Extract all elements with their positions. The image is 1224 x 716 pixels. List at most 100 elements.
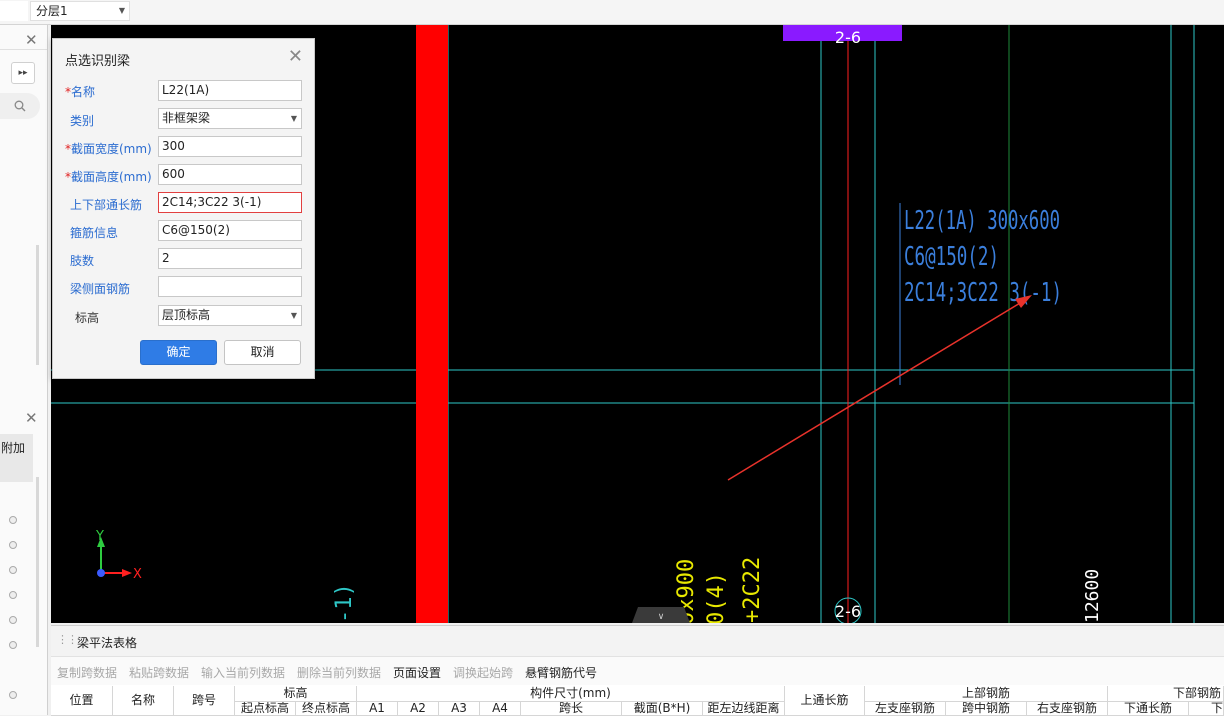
input-column-button[interactable]: 输入当前列数据	[201, 664, 285, 681]
close-icon[interactable]: ✕	[25, 409, 38, 427]
cyan-text: -1)	[332, 583, 357, 623]
origin-point	[97, 569, 105, 577]
col-bottom-more[interactable]: 下	[1189, 702, 1224, 716]
yellow-text-3: +2C22	[740, 557, 765, 623]
axis-tag-bottom: 2-6	[835, 602, 861, 621]
close-icon[interactable]: ✕	[288, 46, 303, 67]
radio-option[interactable]	[9, 691, 17, 699]
col-left-support[interactable]: 左支座钢筋	[865, 702, 946, 716]
col-a4[interactable]: A4	[480, 702, 521, 716]
delete-column-button[interactable]: 删除当前列数据	[297, 664, 381, 681]
elevation-select-value: 层顶标高	[162, 308, 211, 322]
radio-option[interactable]	[9, 616, 17, 624]
col-name[interactable]: 名称	[113, 686, 174, 716]
divider	[0, 49, 47, 50]
swap-span-button[interactable]: 调换起始跨	[453, 664, 513, 681]
col-elev-start[interactable]: 起点标高	[235, 702, 296, 716]
field-label-width: *截面宽度(mm)	[65, 142, 152, 156]
cancel-button[interactable]: 取消	[224, 340, 301, 365]
radio-option[interactable]	[9, 516, 17, 524]
radio-option[interactable]	[9, 566, 17, 574]
col-span[interactable]: 跨号	[174, 686, 235, 716]
page-setup-button[interactable]: 页面设置	[393, 664, 441, 681]
stirrup-input[interactable]: C6@150(2)	[158, 220, 302, 241]
elevation-select[interactable]: 层顶标高 ▼	[158, 305, 302, 326]
radio-option[interactable]	[9, 591, 17, 599]
col-mid-span[interactable]: 跨中钢筋	[946, 702, 1027, 716]
y-axis-label: Y	[95, 529, 104, 544]
field-label-legs: 肢数	[70, 254, 95, 268]
annotation-line-3: 2C14;3C22 3(-1)	[904, 278, 1062, 308]
extra-tab-label: 附加	[1, 441, 26, 455]
yellow-text-2: 0(4)	[704, 572, 729, 623]
identify-beam-dialog: 点选识别梁 ✕ *名称 L22(1A) 类别 非框架梁 ▼ *截面宽度(mm) 3…	[52, 38, 315, 379]
layer-select[interactable]: 分层1 ▼	[30, 1, 130, 21]
toolbar-blank	[0, 1, 28, 21]
panel-header: ⋮⋮ 梁平法表格	[51, 626, 1224, 657]
field-label-side-rebar: 梁侧面钢筋	[70, 282, 131, 296]
col-elevation[interactable]: 标高	[235, 686, 357, 702]
col-bottom-rebar[interactable]: 下部钢筋	[1108, 686, 1224, 702]
field-label-through-rebar: 上下部通长筋	[70, 198, 143, 212]
drag-handle-icon[interactable]: ⋮⋮	[57, 633, 78, 646]
chevron-down-icon: ▼	[290, 311, 297, 320]
col-top-rebar[interactable]: 上部钢筋	[865, 686, 1108, 702]
col-position[interactable]: 位置	[51, 686, 113, 716]
radio-option[interactable]	[9, 541, 17, 549]
ok-button[interactable]: 确定	[140, 340, 217, 365]
left-panel: ✕ ▸▸ ✕ 附加	[0, 25, 48, 715]
chevron-down-icon: ▼	[118, 6, 125, 15]
paste-span-button[interactable]: 粘贴跨数据	[129, 664, 189, 681]
legs-input[interactable]: 2	[158, 248, 302, 269]
height-input[interactable]: 600	[158, 164, 302, 185]
annotation-line-2: C6@150(2)	[904, 242, 999, 272]
annotation-line-1: L22(1A) 300x600	[904, 206, 1060, 236]
chevron-down-icon: ▼	[290, 114, 297, 123]
col-edge-distance[interactable]: 距左边线距离	[703, 702, 785, 716]
pointer-arrow	[727, 299, 1026, 481]
layer-select-value: 分层1	[36, 4, 68, 18]
col-section[interactable]: 截面(B*H)	[622, 702, 703, 716]
collapse-chevron-icon: ∨	[658, 612, 665, 622]
col-span-length[interactable]: 跨长	[521, 702, 622, 716]
name-input[interactable]: L22(1A)	[158, 80, 302, 101]
col-top-through[interactable]: 上通长筋	[785, 686, 865, 716]
dialog-title: 点选识别梁	[65, 54, 131, 69]
panel-title: 梁平法表格	[77, 636, 138, 650]
white-text: 12600	[1082, 569, 1103, 623]
search-icon	[14, 100, 26, 112]
col-a3[interactable]: A3	[439, 702, 480, 716]
col-elev-end[interactable]: 终点标高	[296, 702, 357, 716]
col-a2[interactable]: A2	[398, 702, 439, 716]
search-box[interactable]	[0, 93, 40, 119]
beam-table-header: 位置 名称 跨号 标高 起点标高 终点标高 构件尺寸(mm) A1 A2 A3 …	[51, 686, 1224, 716]
cantilever-code-button[interactable]: 悬臂钢筋代号	[525, 664, 597, 681]
width-input[interactable]: 300	[158, 136, 302, 157]
x-axis-arrow	[122, 569, 132, 577]
radio-option[interactable]	[9, 641, 17, 649]
copy-span-button[interactable]: 复制跨数据	[57, 664, 117, 681]
axis-tag-top: 2-6	[835, 28, 861, 47]
field-label-name: *名称	[65, 85, 96, 99]
category-select-value: 非框架梁	[162, 111, 211, 125]
scrollbar[interactable]	[36, 477, 39, 647]
beam-table-panel: ⋮⋮ 梁平法表格 复制跨数据 粘贴跨数据 输入当前列数据 删除当前列数据 页面设…	[51, 625, 1224, 716]
red-column	[416, 25, 448, 623]
through-rebar-input[interactable]: 2C14;3C22 3(-1)	[158, 192, 302, 213]
col-right-support[interactable]: 右支座钢筋	[1027, 702, 1108, 716]
category-select[interactable]: 非框架梁 ▼	[158, 108, 302, 129]
side-rebar-input[interactable]	[158, 276, 302, 297]
col-a1[interactable]: A1	[357, 702, 398, 716]
x-axis-label: X	[133, 567, 142, 582]
field-label-elevation: 标高	[75, 311, 100, 325]
field-label-stirrup: 箍筋信息	[70, 226, 119, 240]
close-icon[interactable]: ✕	[25, 31, 38, 49]
col-dims[interactable]: 构件尺寸(mm)	[357, 686, 785, 702]
field-label-height: *截面高度(mm)	[65, 170, 152, 184]
expand-button[interactable]: ▸▸	[11, 62, 35, 84]
col-bottom-through[interactable]: 下通长筋	[1108, 702, 1189, 716]
top-toolbar: 分层1 ▼	[0, 0, 1224, 25]
extra-tab[interactable]: 附加	[0, 434, 33, 482]
scrollbar[interactable]	[36, 245, 39, 365]
field-label-category: 类别	[70, 114, 95, 128]
